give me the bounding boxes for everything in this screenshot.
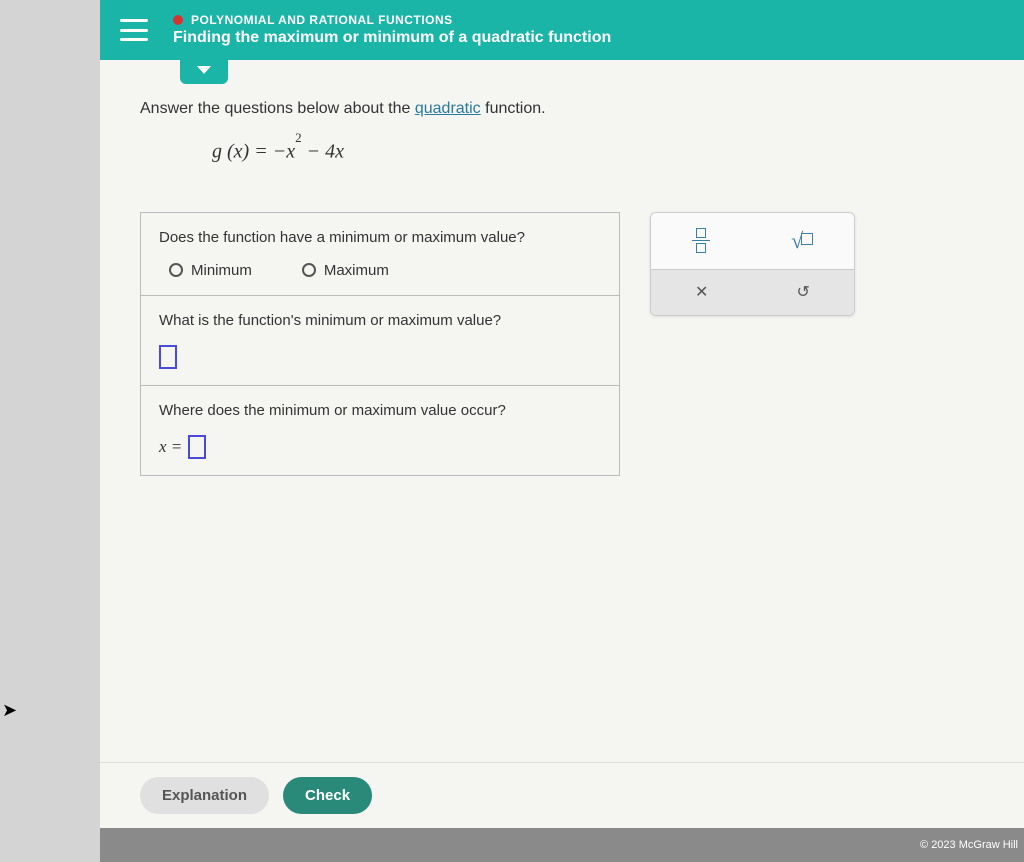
radio-icon xyxy=(302,263,316,277)
value-input[interactable] xyxy=(159,345,177,369)
cursor-icon: ➤ xyxy=(2,700,17,721)
eq-part-a: −x xyxy=(273,141,295,163)
radio-maximum[interactable]: Maximum xyxy=(302,262,389,279)
fraction-icon xyxy=(692,228,710,254)
instruction-post: function. xyxy=(481,100,546,117)
radio-minimum[interactable]: Minimum xyxy=(169,262,252,279)
copyright-text: © 2023 McGraw Hill xyxy=(920,839,1018,851)
content-area: Answer the questions below about the qua… xyxy=(100,60,1024,800)
clear-button[interactable]: ✕ xyxy=(695,282,708,302)
equation: g (x) = −x2 − 4x xyxy=(212,138,984,164)
x-value-input[interactable] xyxy=(188,435,206,459)
chevron-down-icon xyxy=(197,66,211,74)
status-dot-icon xyxy=(173,15,183,25)
instruction-pre: Answer the questions below about the xyxy=(140,100,415,117)
instruction-text: Answer the questions below about the qua… xyxy=(140,100,984,118)
tool-top-row: √ xyxy=(651,213,854,269)
question-1-section: Does the function have a minimum or maxi… xyxy=(141,213,619,296)
breadcrumb-label: POLYNOMIAL AND RATIONAL FUNCTIONS xyxy=(191,13,453,27)
app-wrapper: POLYNOMIAL AND RATIONAL FUNCTIONS Findin… xyxy=(100,0,1024,862)
tool-palette: √ ✕ ↺ xyxy=(650,212,855,316)
question-3-section: Where does the minimum or maximum value … xyxy=(141,386,619,475)
question-1-text: Does the function have a minimum or maxi… xyxy=(159,229,601,246)
footer-bar: Explanation Check xyxy=(100,762,1024,828)
fraction-tool[interactable] xyxy=(692,228,710,254)
radio-icon xyxy=(169,263,183,277)
radio-minimum-label: Minimum xyxy=(191,262,252,279)
question-3-text: Where does the minimum or maximum value … xyxy=(159,402,601,419)
breadcrumb: POLYNOMIAL AND RATIONAL FUNCTIONS xyxy=(173,13,611,27)
question-box: Does the function have a minimum or maxi… xyxy=(140,212,620,476)
eq-part-b: − 4x xyxy=(302,141,344,163)
dropdown-tab[interactable] xyxy=(180,56,228,84)
reset-button[interactable]: ↺ xyxy=(797,282,810,302)
tool-bottom-row: ✕ ↺ xyxy=(651,269,854,315)
sqrt-tool[interactable]: √ xyxy=(791,228,813,254)
radio-maximum-label: Maximum xyxy=(324,262,389,279)
sqrt-box-icon xyxy=(801,233,813,245)
eq-exponent: 2 xyxy=(295,130,302,145)
quadratic-link[interactable]: quadratic xyxy=(415,100,481,117)
page-title: Finding the maximum or minimum of a quad… xyxy=(173,29,611,47)
q3-prefix: x = xyxy=(159,437,182,457)
explanation-button[interactable]: Explanation xyxy=(140,777,269,814)
menu-button[interactable] xyxy=(120,19,148,41)
question-2-text: What is the function's minimum or maximu… xyxy=(159,312,601,329)
eq-lhs: g (x) = xyxy=(212,141,273,163)
copyright: © 2023 McGraw Hill xyxy=(100,828,1024,862)
check-button[interactable]: Check xyxy=(283,777,372,814)
question-2-section: What is the function's minimum or maximu… xyxy=(141,296,619,386)
header-bar: POLYNOMIAL AND RATIONAL FUNCTIONS Findin… xyxy=(100,0,1024,60)
